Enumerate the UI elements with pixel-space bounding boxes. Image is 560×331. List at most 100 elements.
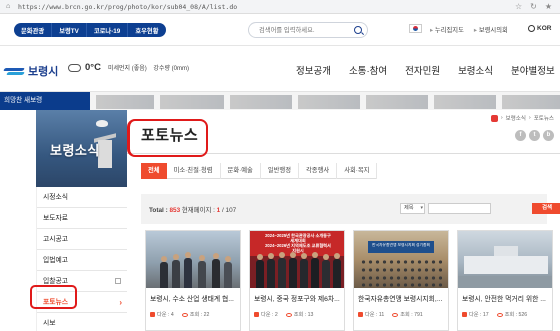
card-title[interactable]: 보령시, 중국 정포구와 제6차... [254, 293, 342, 303]
logo-icon [4, 65, 26, 77]
logo-text: 보령시 [28, 66, 59, 78]
site-search [248, 22, 368, 38]
banner-strip: 희망찬 새보령 [0, 92, 560, 110]
side-title: 보령소식 [50, 143, 100, 158]
quicklink-tv[interactable]: 보령TV [52, 23, 87, 37]
quicklink-culture[interactable]: 문화관광 [14, 23, 53, 37]
search-button[interactable]: 검색 [532, 203, 560, 214]
search-input[interactable] [259, 23, 355, 37]
photo-thumbnail[interactable] [146, 231, 240, 288]
photo-thumbnail[interactable]: 2024~2025년 한국관광공사 소개동구 세계대회 2024~2026년 지… [250, 231, 344, 288]
list-toolbar: Total : 853 현재페이지 : 1 / 107 제목 검색 [141, 194, 560, 224]
quicklinks: 문화관광 보령TV 코로나-19 호우현황 [14, 23, 166, 37]
breadcrumb-item[interactable]: 보령소식 [506, 114, 526, 122]
temperature: 0°C [85, 62, 101, 73]
view-count: 조회 : 791 [400, 312, 423, 318]
utility-links: 누리집지도 보령시의회 [430, 25, 508, 34]
language-selector[interactable]: KOR [528, 25, 551, 32]
facebook-icon[interactable]: f [515, 130, 526, 141]
fine-dust: 미세먼지 (좋음) [107, 66, 147, 72]
download-icon [254, 312, 259, 318]
banner-image [96, 95, 154, 109]
sitemap-link[interactable]: 누리집지도 [430, 25, 464, 34]
gnb-news[interactable]: 보령소식 [458, 63, 493, 77]
globe-icon [528, 25, 535, 32]
highlight-annotation [127, 119, 208, 157]
banner-image [230, 95, 292, 109]
side-item-label: 입찰공고 [43, 278, 69, 285]
search-icon[interactable] [354, 26, 362, 34]
tab-welfare[interactable]: 사회·복지 [337, 163, 378, 179]
gnb-civil[interactable]: 전자민원 [405, 63, 440, 77]
card-meta: 다운 : 2 조회 : 13 [254, 311, 313, 318]
tab-admin[interactable]: 일반행정 [261, 163, 300, 179]
home-icon[interactable] [490, 114, 498, 122]
photo-banner-text: 한국자유총연맹 보령시지회 정기총회 [372, 243, 430, 247]
url-field[interactable]: https://www.brcn.go.kr/prog/photo/kor/su… [18, 3, 515, 11]
side-item-label: 시보 [43, 320, 56, 327]
photo-card[interactable]: 보령시, 수소 산업 생태계 협... 다운 : 4 조회 : 22 [145, 230, 241, 331]
seagull-icon [96, 120, 108, 127]
side-item-city-news[interactable]: 시정소식 [37, 187, 128, 208]
breadcrumb-item[interactable]: 포토뉴스 [534, 114, 554, 122]
download-count: 다운 : 2 [261, 312, 278, 318]
banner-image [502, 95, 560, 109]
side-item-label: 입법예고 [43, 257, 69, 264]
favorites-icon[interactable]: ★ [545, 2, 552, 11]
gnb-fields[interactable]: 분야별정보 [511, 63, 555, 77]
card-title[interactable]: 한국자유총연맹 보령시지회,... [358, 293, 446, 303]
weather-info: 미세먼지 (좋음) 강수량 (0mm) [108, 63, 194, 72]
main-header: 보령시 0°C 미세먼지 (좋음) 강수량 (0mm) 정보공개 소통·참여 전… [0, 47, 560, 92]
slogan: 희망찬 새보령 [0, 92, 90, 110]
gnb-participation[interactable]: 소통·참여 [349, 63, 387, 77]
cloud-icon [68, 63, 81, 72]
photo-card[interactable]: 한국자유총연맹 보령시지회 정기총회 한국자유총연맹 보령시지회,... 다운 … [353, 230, 449, 331]
photo-thumbnail[interactable]: 한국자유총연맹 보령시지회 정기총회 [354, 231, 448, 288]
banner-image [160, 95, 224, 109]
side-item-label: 고시공고 [43, 236, 69, 243]
photo-card[interactable]: 2024~2025년 한국관광공사 소개동구 세계대회 2024~2026년 지… [249, 230, 345, 331]
quicklink-rain[interactable]: 호우현황 [128, 23, 166, 37]
language-label: KOR [537, 25, 552, 32]
star-icon[interactable]: ☆ [515, 2, 522, 11]
refresh-icon[interactable]: ↻ [530, 2, 537, 11]
current-page: 1 [216, 207, 221, 214]
lock-icon: ⌂ [6, 2, 11, 10]
side-menu: 시정소식 보도자료 고시공고 입법예고 입찰공고 포토뉴스 › 시보 [36, 187, 128, 331]
download-count: 다운 : 17 [469, 312, 489, 318]
card-title[interactable]: 보령시, 수소 산업 생태계 협... [150, 293, 238, 303]
blog-icon[interactable]: b [543, 130, 554, 141]
photo-card[interactable]: 보령시, 안전한 먹거리 위한 ... 다운 : 17 조회 : 526 [457, 230, 553, 331]
download-count: 다운 : 4 [157, 312, 174, 318]
download-count: 다운 : 11 [365, 312, 385, 318]
list-search-input[interactable] [428, 203, 491, 214]
council-link[interactable]: 보령시의회 [474, 25, 508, 34]
total-count: Total : 853 현재페이지 : 1 / 107 [149, 205, 236, 214]
tab-events[interactable]: 각종행사 [299, 163, 338, 179]
browser-address-bar: ⌂ https://www.brcn.go.kr/prog/photo/kor/… [0, 0, 560, 14]
side-item-label: 보도자료 [43, 215, 69, 222]
photo-grid: 보령시, 수소 산업 생태계 협... 다운 : 4 조회 : 22 2024~… [145, 230, 560, 331]
view-icon [181, 312, 188, 317]
card-meta: 다운 : 4 조회 : 22 [150, 311, 209, 318]
card-title[interactable]: 보령시, 안전한 먹거리 위한 ... [462, 293, 550, 303]
utility-bar: 문화관광 보령TV 코로나-19 호우현황 누리집지도 보령시의회 KOR [0, 14, 560, 46]
side-item-press[interactable]: 보도자료 [37, 208, 128, 229]
side-item-notice[interactable]: 고시공고 [37, 229, 128, 250]
banner-image [366, 95, 428, 109]
side-item-gazette[interactable]: 시보 [37, 313, 128, 331]
view-count: 조회 : 13 [293, 312, 314, 318]
side-item-legislation[interactable]: 입법예고 [37, 250, 128, 271]
search-field-select[interactable]: 제목 [400, 203, 425, 214]
site-logo[interactable]: 보령시 [4, 63, 58, 79]
gnb-info[interactable]: 정보공개 [296, 63, 331, 77]
tab-all[interactable]: 전체 [141, 163, 167, 179]
breadcrumb: › 보령소식 › 포토뉴스 [490, 114, 554, 122]
quicklink-covid[interactable]: 코로나-19 [86, 23, 129, 37]
breadcrumb-sep: › [528, 115, 531, 121]
tab-kindness[interactable]: 미소·친절·청렴 [167, 163, 221, 179]
twitter-icon[interactable]: t [529, 130, 540, 141]
download-icon [358, 312, 363, 318]
photo-thumbnail[interactable] [458, 231, 552, 288]
tab-culture[interactable]: 문화·예술 [221, 163, 261, 179]
